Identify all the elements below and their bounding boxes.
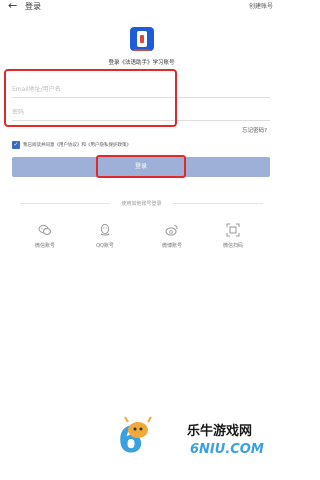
watermark: 6 乐牛游戏网 6NIU.COM	[118, 416, 276, 461]
wechat-icon	[38, 222, 52, 236]
qq-icon	[98, 222, 112, 236]
login-subtitle: 登录《法语助手》学习账号	[108, 60, 175, 66]
app-logo-icon	[130, 27, 154, 51]
social-login-qq[interactable]: QQ账号	[80, 222, 130, 249]
watermark-text: 乐牛游戏网	[187, 424, 253, 439]
login-button-highlight	[96, 155, 186, 178]
social-login-weibo[interactable]: 微博账号	[147, 222, 197, 249]
create-account-link[interactable]: 创建账号	[249, 1, 273, 10]
social-label: QQ账号	[96, 243, 114, 249]
forgot-password-link[interactable]: 忘记密码?	[242, 126, 267, 134]
arrow-left-icon[interactable]: ←	[8, 0, 17, 11]
watermark-url: 6NIU.COM	[190, 442, 264, 457]
cow-logo-icon: 6	[116, 414, 184, 461]
credentials-highlight	[4, 69, 177, 127]
social-login-scan[interactable]: 微信扫码	[208, 222, 258, 249]
agreement-checkbox[interactable]: ✓	[12, 141, 20, 149]
scan-icon	[226, 222, 240, 237]
social-label: 微博账号	[161, 243, 182, 249]
social-login-wechat[interactable]: 微信账号	[20, 222, 70, 249]
social-label: 微信账号	[34, 243, 55, 249]
agreement-text: 我已阅读并同意《用户协议》和《用户隐私保护政策》	[23, 143, 131, 148]
social-label: 微信扫码	[222, 243, 243, 249]
top-bar: ← 登录 创建账号	[0, 0, 283, 14]
divider-right	[173, 203, 263, 204]
weibo-icon	[165, 222, 179, 236]
page-title: 登录	[25, 2, 41, 11]
